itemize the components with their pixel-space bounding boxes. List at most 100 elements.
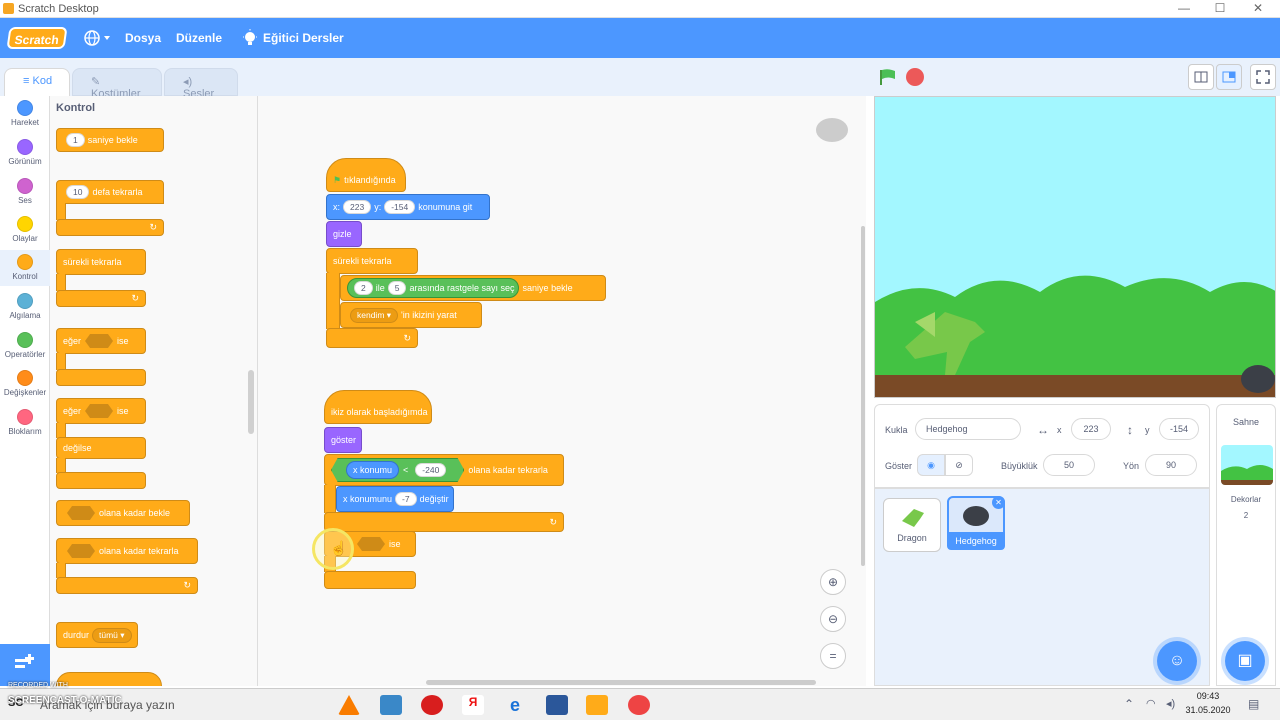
notifications-icon[interactable]: ▤ <box>1248 697 1259 711</box>
category-variables[interactable]: Değişkenler <box>0 370 50 397</box>
vlc-icon[interactable] <box>338 695 360 715</box>
change-x-input[interactable]: -7 <box>395 492 417 506</box>
wait-block[interactable]: 1 saniye bekle <box>56 128 164 152</box>
if-else-block[interactable]: eğer ise <box>56 398 146 424</box>
zoom-out-button[interactable]: ⊖ <box>820 606 846 632</box>
less-than-block[interactable]: x konumu < -240 <box>331 458 465 482</box>
compare-input[interactable]: -240 <box>415 463 447 477</box>
zoom-reset-button[interactable]: = <box>820 643 846 669</box>
goto-xy-block[interactable]: x: 223 y: -154 konumuna git <box>326 194 490 220</box>
pick-random-block[interactable]: 2 ile 5 arasında rastgele sayı seç <box>347 278 519 298</box>
zoom-in-button[interactable]: ⊕ <box>820 569 846 595</box>
category-events[interactable]: Olaylar <box>0 216 50 243</box>
wait-input[interactable]: 1 <box>66 133 85 147</box>
opera-icon[interactable] <box>421 695 443 715</box>
tab-sounds[interactable]: ◂) Sesler <box>164 68 238 100</box>
repeat-until-block[interactable]: olana kadar tekrarla <box>56 538 198 564</box>
add-extension-button[interactable] <box>0 644 50 686</box>
x-position-reporter[interactable]: x konumu <box>346 461 400 479</box>
small-stage-icon <box>1194 71 1208 83</box>
wait-until-block[interactable]: olana kadar bekle <box>56 500 190 526</box>
small-stage-button[interactable] <box>1188 64 1214 90</box>
category-control[interactable]: Kontrol <box>0 250 50 286</box>
stage-thumbnail[interactable] <box>1221 445 1273 485</box>
category-sound[interactable]: Ses <box>0 178 50 205</box>
globe-icon[interactable] <box>84 28 112 48</box>
menu-file[interactable]: Dosya <box>125 31 161 45</box>
add-backdrop-button[interactable]: ▣ <box>1225 641 1265 681</box>
minimize-button[interactable]: — <box>1174 1 1194 15</box>
menu-tutorials[interactable]: Eğitici Dersler <box>263 31 344 45</box>
condition-slot[interactable] <box>67 544 95 558</box>
menu-edit[interactable]: Düzenle <box>176 31 222 45</box>
stop-dropdown[interactable]: tümü ▾ <box>92 627 132 643</box>
word-icon[interactable] <box>546 695 568 715</box>
clock-date[interactable]: 31.05.2020 <box>1184 705 1232 715</box>
tab-costumes[interactable]: ✎ Kostümler <box>72 68 162 100</box>
y-input[interactable]: -154 <box>1159 418 1199 440</box>
change-x-block[interactable]: x konumunu -7 değiştir <box>336 486 454 512</box>
category-operators[interactable]: Operatörler <box>0 332 50 359</box>
scratch-taskbar-icon[interactable] <box>586 695 608 715</box>
hide-block[interactable]: gizle <box>326 221 362 247</box>
category-myblocks[interactable]: Bloklarım <box>0 409 50 436</box>
chevron-up-icon[interactable]: ⌃ <box>1124 697 1134 711</box>
repeat-block[interactable]: 10 defa tekrarla <box>56 180 164 204</box>
code-horizontal-scrollbar[interactable] <box>426 680 816 685</box>
show-hidden-button[interactable]: ⊘ <box>945 454 973 476</box>
condition-slot[interactable] <box>67 506 95 520</box>
wifi-icon[interactable]: ◠ <box>1146 697 1156 710</box>
delete-sprite-icon[interactable]: ✕ <box>992 496 1005 509</box>
x-input[interactable]: 223 <box>1071 418 1111 440</box>
green-flag-button[interactable] <box>878 68 898 89</box>
when-clone-starts-block[interactable]: ikiz olarak başladığımda <box>324 390 432 424</box>
sprite-name-input[interactable]: Hedgehog <box>915 418 1021 440</box>
condition-slot[interactable] <box>357 537 385 551</box>
random-to-input[interactable]: 5 <box>387 281 407 295</box>
recorder-icon[interactable] <box>628 695 650 715</box>
stop-button[interactable] <box>906 68 924 86</box>
repeat-input[interactable]: 10 <box>66 185 90 199</box>
code-area[interactable]: ⚑ tıklandığında x: 223 y: -154 konumuna g… <box>248 96 866 686</box>
close-button[interactable]: ✕ <box>1248 1 1268 15</box>
random-from-input[interactable]: 2 <box>354 281 373 295</box>
code-vertical-scrollbar[interactable] <box>861 226 865 566</box>
clone-hat-block[interactable] <box>56 672 162 686</box>
sprite-thumb-hedgehog[interactable]: Hedgehog ✕ <box>947 496 1005 550</box>
large-stage-button[interactable] <box>1216 64 1242 90</box>
sprite-thumb-dragon[interactable]: Dragon <box>883 498 941 552</box>
category-motion[interactable]: Hareket <box>0 100 50 127</box>
add-sprite-button[interactable]: ☺ <box>1157 641 1197 681</box>
palette-scrollbar[interactable] <box>248 370 254 434</box>
maximize-button[interactable]: ☐ <box>1210 1 1230 15</box>
size-input[interactable]: 50 <box>1043 454 1095 476</box>
fullscreen-button[interactable] <box>1250 64 1276 90</box>
edge-icon[interactable]: e <box>504 695 526 715</box>
forever-block[interactable]: sürekli tekrarla <box>56 249 146 275</box>
when-flag-clicked-block[interactable]: ⚑ tıklandığında <box>326 158 406 192</box>
show-block[interactable]: göster <box>324 427 362 453</box>
stop-block[interactable]: durdur tümü ▾ <box>56 622 138 648</box>
wait-random-block[interactable]: 2 ile 5 arasında rastgele sayı seç saniy… <box>340 275 606 301</box>
category-sensing[interactable]: Algılama <box>0 293 50 320</box>
clock-time[interactable]: 09:43 <box>1188 691 1228 701</box>
if-block[interactable]: eğer ise <box>56 328 146 354</box>
repeat-until-block[interactable]: x konumu < -240 olana kadar tekrarla <box>324 454 564 486</box>
stage-selector[interactable]: Sahne Dekorlar 2 ▣ <box>1216 404 1276 686</box>
direction-input[interactable]: 90 <box>1145 454 1197 476</box>
goto-y-input[interactable]: -154 <box>384 200 416 214</box>
app-icon[interactable] <box>380 695 402 715</box>
show-visible-button[interactable]: ◉ <box>917 454 945 476</box>
condition-slot[interactable] <box>85 334 114 348</box>
category-looks[interactable]: Görünüm <box>0 139 50 166</box>
goto-x-input[interactable]: 223 <box>343 200 372 214</box>
tab-code[interactable]: ≡ Kod <box>4 68 70 96</box>
yandex-icon[interactable]: Я <box>462 695 484 715</box>
stage-canvas[interactable] <box>874 96 1276 398</box>
volume-icon[interactable]: ◂) <box>1166 697 1175 710</box>
condition-slot[interactable] <box>85 404 114 418</box>
clone-target-dropdown[interactable]: kendim ▾ <box>350 307 399 323</box>
forever-block[interactable]: sürekli tekrarla <box>326 248 418 274</box>
scratch-logo[interactable]: Scratch <box>6 27 68 49</box>
create-clone-block[interactable]: kendim ▾ 'in ikizini yarat <box>340 302 482 328</box>
